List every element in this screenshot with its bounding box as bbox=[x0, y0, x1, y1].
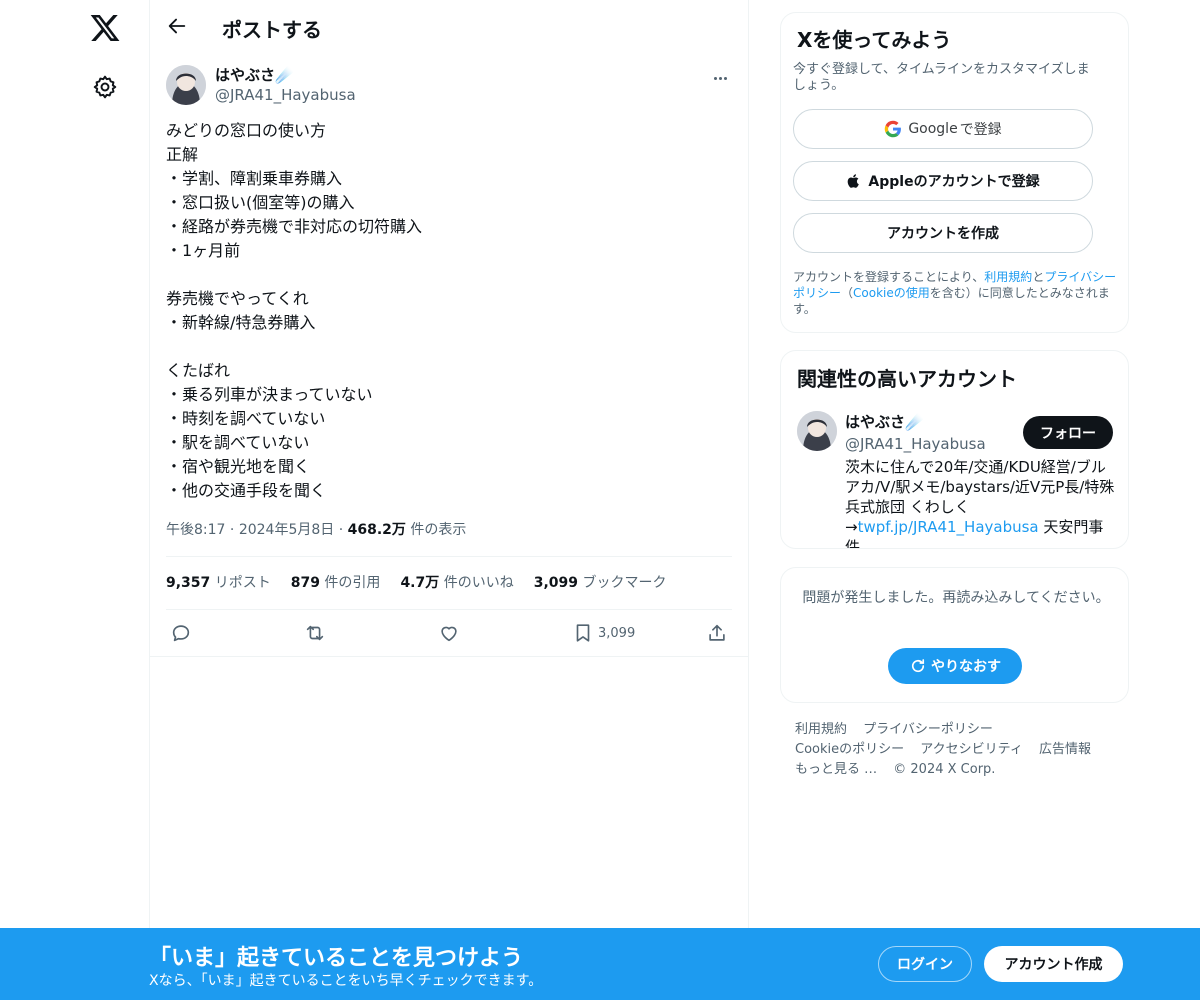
bookmarks-stat[interactable]: 3,099 ブックマーク bbox=[534, 572, 667, 592]
avatar[interactable] bbox=[166, 65, 206, 105]
repost-icon bbox=[306, 625, 324, 641]
bookmark-icon bbox=[576, 624, 590, 642]
footer-link-cookie[interactable]: Cookieのポリシー bbox=[795, 742, 904, 757]
signup-card: Xを使ってみよう 今すぐ登録して、タイムラインをカスタマイズしましょう。 Goo… bbox=[780, 12, 1129, 333]
related-name[interactable]: はやぶさ☄️ bbox=[845, 411, 924, 432]
tweet-date[interactable]: 2024年5月8日 bbox=[239, 522, 334, 538]
more-options-icon[interactable] bbox=[708, 66, 732, 90]
related-handle[interactable]: @JRA41_Hayabusa bbox=[845, 435, 986, 453]
login-button[interactable]: ログイン bbox=[878, 946, 972, 982]
google-signup-button[interactable]: Google で登録 bbox=[793, 109, 1093, 149]
related-title: 関連性の高いアカウント bbox=[797, 367, 1017, 391]
author-name[interactable]: はやぶさ☄️ bbox=[215, 64, 294, 85]
main-column: ポストする はやぶさ☄️ @JRA41_Hayabusa みどりの窓口の使い方 … bbox=[149, 0, 749, 1000]
tweet-meta: 午後8:17 · 2024年5月8日 · 468.2万 件の表示 bbox=[166, 519, 466, 539]
divider bbox=[166, 556, 732, 557]
share-button[interactable] bbox=[706, 622, 728, 644]
repost-button[interactable] bbox=[304, 622, 326, 644]
footer-links: 利用規約 プライバシーポリシー Cookieのポリシー アクセシビリティ 広告情… bbox=[795, 720, 1115, 780]
views-label: 件の表示 bbox=[405, 522, 467, 538]
apple-signup-label: Appleのアカウントで登録 bbox=[868, 174, 1040, 190]
tweet-author: はやぶさ☄️ @JRA41_Hayabusa bbox=[166, 64, 732, 108]
page-title: ポストする bbox=[222, 18, 322, 42]
page-header: ポストする bbox=[150, 0, 748, 53]
google-icon bbox=[885, 120, 902, 138]
legal-part: と bbox=[1032, 270, 1045, 284]
footer-link-ads[interactable]: 広告情報 bbox=[1039, 742, 1091, 757]
retry-label: やりなおす bbox=[931, 659, 1001, 675]
views-count: 468.2万 bbox=[347, 522, 406, 538]
related-bio: 茨木に住んで20年/交通/KDU経営/ブルアカ/V/駅メモ/baystars/近… bbox=[845, 457, 1117, 548]
comet-emoji: ☄️ bbox=[275, 66, 294, 84]
follow-button[interactable]: フォロー bbox=[1023, 416, 1113, 449]
bio-link[interactable]: twpf.jp/JRA41_Hayabusa bbox=[858, 518, 1039, 536]
legal-part: （ bbox=[841, 286, 854, 300]
retry-button[interactable]: やりなおす bbox=[888, 648, 1022, 684]
banner-signup-button[interactable]: アカウント作成 bbox=[984, 946, 1123, 982]
footer-link-accessibility[interactable]: アクセシビリティ bbox=[920, 742, 1023, 757]
footer-link-more[interactable]: もっと見る … bbox=[795, 762, 877, 777]
tweet-actions: 3,099 bbox=[150, 610, 748, 657]
create-account-label: アカウントを作成 bbox=[887, 226, 999, 242]
cookie-link[interactable]: Cookieの使用 bbox=[853, 286, 930, 300]
signup-title: Xを使ってみよう bbox=[797, 28, 952, 52]
google-brand: Google bbox=[908, 121, 958, 137]
like-button[interactable] bbox=[438, 622, 460, 644]
reply-icon bbox=[172, 625, 190, 642]
related-name-text: はやぶさ bbox=[845, 413, 906, 431]
create-account-button[interactable]: アカウントを作成 bbox=[793, 213, 1093, 253]
bookmark-count: 3,099 bbox=[598, 625, 636, 641]
signup-banner: 「いま」起きていることを見つけよう Xなら、「いま」起きていることをいち早くチェ… bbox=[0, 928, 1200, 1000]
terms-link[interactable]: 利用規約 bbox=[984, 270, 1032, 284]
tweet-stats: 9,357 リポスト 879 件の引用 4.7万 件のいいね 3,099 ブック… bbox=[166, 572, 666, 592]
author-handle[interactable]: @JRA41_Hayabusa bbox=[215, 86, 356, 104]
tweet-time[interactable]: 午後8:17 bbox=[166, 522, 225, 538]
meta-separator: · bbox=[229, 522, 239, 538]
tweet-text: みどりの窓口の使い方 正解 ・学割、障割乗車券購入 ・窓口扱い(個室等)の購入 … bbox=[166, 121, 423, 500]
bookmark-button[interactable]: 3,099 bbox=[572, 622, 635, 644]
legal-part: アカウントを登録することにより、 bbox=[793, 270, 985, 284]
author-name-text: はやぶさ bbox=[215, 66, 276, 84]
likes-stat[interactable]: 4.7万 件のいいね bbox=[400, 572, 513, 592]
refresh-icon bbox=[911, 659, 925, 673]
footer-link-privacy[interactable]: プライバシーポリシー bbox=[863, 722, 993, 737]
banner-subtitle: Xなら、「いま」起きていることをいち早くチェックできます。 bbox=[149, 973, 543, 989]
reposts-stat[interactable]: 9,357 リポスト bbox=[166, 572, 271, 592]
comet-emoji: ☄️ bbox=[905, 413, 924, 431]
legal-text: アカウントを登録することにより、利用規約とプライバシーポリシー（Cookieの使… bbox=[793, 269, 1118, 317]
error-message: 問題が発生しました。再読み込みしてください。 bbox=[802, 590, 1110, 606]
heart-icon bbox=[441, 626, 457, 642]
apple-signup-button[interactable]: Appleのアカウントで登録 bbox=[793, 161, 1093, 201]
apple-icon bbox=[848, 174, 860, 188]
gear-icon[interactable] bbox=[92, 74, 118, 100]
google-suffix: で登録 bbox=[959, 122, 1002, 138]
copyright: © 2024 X Corp. bbox=[893, 762, 996, 777]
related-accounts-card: 関連性の高いアカウント はやぶさ☄️ @JRA41_Hayabusa フォロー … bbox=[780, 350, 1129, 549]
error-card: 問題が発生しました。再読み込みしてください。 やりなおす bbox=[780, 567, 1129, 703]
left-nav bbox=[0, 0, 150, 1000]
back-arrow-icon[interactable] bbox=[166, 15, 188, 37]
share-icon bbox=[709, 624, 725, 641]
signup-subtitle: 今すぐ登録して、タイムラインをカスタマイズしましょう。 bbox=[793, 62, 1090, 93]
meta-separator: · bbox=[338, 522, 348, 538]
reply-button[interactable] bbox=[170, 622, 192, 644]
x-logo-icon[interactable] bbox=[89, 12, 121, 44]
quotes-stat[interactable]: 879 件の引用 bbox=[291, 572, 381, 592]
footer-link-terms[interactable]: 利用規約 bbox=[795, 722, 847, 737]
banner-title: 「いま」起きていることを見つけよう bbox=[149, 946, 524, 971]
avatar[interactable] bbox=[797, 411, 837, 451]
